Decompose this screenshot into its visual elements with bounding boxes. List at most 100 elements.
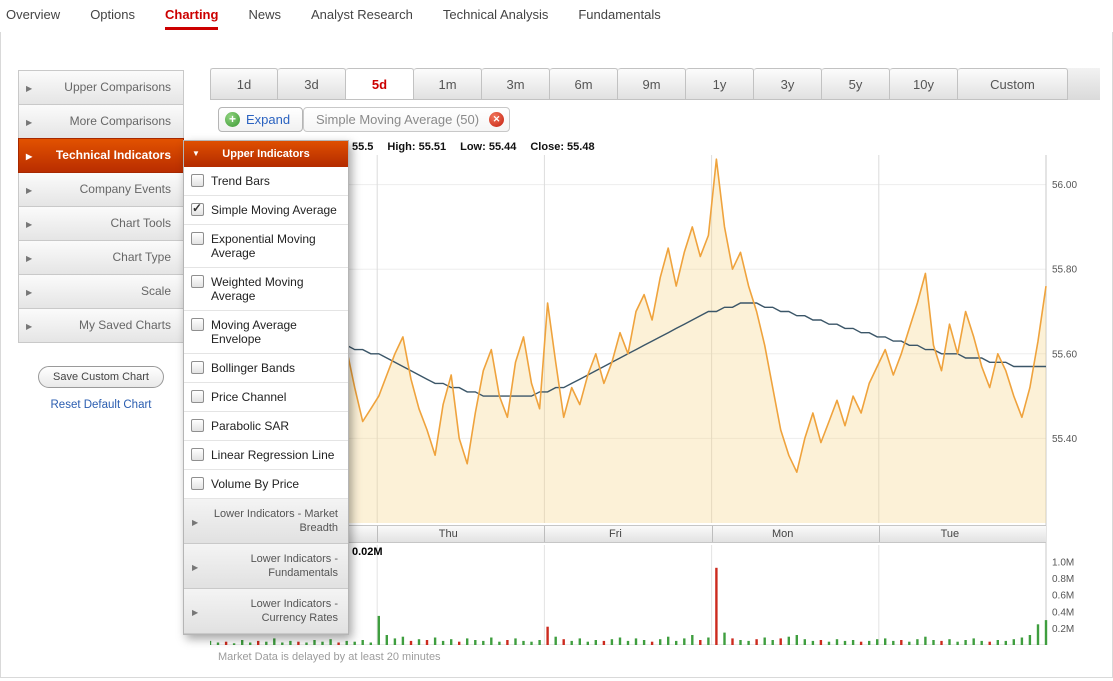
volume-bar: [386, 635, 388, 645]
unchecked-checkbox-icon[interactable]: [191, 275, 204, 288]
tab-6m[interactable]: 6m: [550, 68, 618, 100]
upper-indicators-header[interactable]: ▼ Upper Indicators: [184, 141, 348, 167]
save-custom-chart-button[interactable]: Save Custom Chart: [38, 366, 164, 388]
chevron-right-icon: ▶: [192, 606, 198, 620]
volume-bar: [932, 640, 934, 645]
nav-item-technical-analysis[interactable]: Technical Analysis: [443, 7, 549, 30]
sidebar-item-chart-tools[interactable]: ▶Chart Tools: [18, 206, 184, 241]
indicator-row-volume-by-price[interactable]: Volume By Price: [184, 470, 348, 499]
volume-bar: [981, 641, 983, 645]
nav-item-fundamentals[interactable]: Fundamentals: [578, 7, 660, 30]
section-lower-indicators-market-breadth[interactable]: ▶Lower Indicators - Market Breadth: [184, 499, 348, 544]
volume-bar: [836, 639, 838, 645]
indicator-row-price-channel[interactable]: Price Channel: [184, 383, 348, 412]
section-lower-indicators-currency-rates[interactable]: ▶Lower Indicators - Currency Rates: [184, 589, 348, 634]
volume-bar: [410, 641, 412, 645]
unchecked-checkbox-icon[interactable]: [191, 477, 204, 490]
indicator-row-bollinger-bands[interactable]: Bollinger Bands: [184, 354, 348, 383]
volume-bar: [546, 627, 548, 645]
tab-10y[interactable]: 10y: [890, 68, 958, 100]
sidebar-item-label: Upper Comparisons: [64, 80, 171, 94]
indicator-chip: Simple Moving Average (50) ✕: [303, 107, 510, 132]
tab-3m[interactable]: 3m: [482, 68, 550, 100]
volume-bar: [418, 639, 420, 645]
tab-5y[interactable]: 5y: [822, 68, 890, 100]
tab-3y[interactable]: 3y: [754, 68, 822, 100]
unchecked-checkbox-icon[interactable]: [191, 390, 204, 403]
ohlc-readout: 55.5High: 55.51Low: 55.44Close: 55.48: [352, 141, 609, 153]
nav-item-analyst-research[interactable]: Analyst Research: [311, 7, 413, 30]
section-lower-indicators-fundamentals[interactable]: ▶Lower Indicators - Fundamentals: [184, 544, 348, 589]
charting-app: Overview Options Charting News Analyst Resea…: [0, 0, 1113, 681]
indicator-label: Volume By Price: [211, 477, 299, 491]
volume-bar: [675, 641, 677, 645]
indicator-row-parabolic-sar[interactable]: Parabolic SAR: [184, 412, 348, 441]
sidebar-item-scale[interactable]: ▶Scale: [18, 274, 184, 309]
volume-bar: [892, 641, 894, 645]
sidebar-item-label: Scale: [141, 284, 171, 298]
sidebar-item-company-events[interactable]: ▶ Company Events: [18, 172, 184, 207]
checked-checkbox-icon[interactable]: ✓: [191, 203, 204, 216]
sidebar-item-label: Chart Type: [113, 250, 171, 264]
volume-bar: [579, 638, 581, 645]
unchecked-checkbox-icon[interactable]: [191, 361, 204, 374]
volume-bar: [587, 642, 589, 645]
chevron-right-icon: ▶: [26, 174, 32, 207]
tab-1y[interactable]: 1y: [686, 68, 754, 100]
reset-default-chart-link[interactable]: Reset Default Chart: [18, 399, 184, 411]
nav-item-options[interactable]: Options: [90, 7, 135, 30]
sidebar-item-more-comparisons[interactable]: ▶More Comparisons: [18, 104, 184, 139]
volume-bar: [683, 638, 685, 645]
indicator-row-simple-moving-average[interactable]: ✓Simple Moving Average: [184, 196, 348, 225]
tab-1d[interactable]: 1d: [210, 68, 278, 100]
indicator-row-weighted-moving-average[interactable]: Weighted Moving Average: [184, 268, 348, 311]
indicator-row-trend-bars[interactable]: Trend Bars: [184, 167, 348, 196]
unchecked-checkbox-icon[interactable]: [191, 419, 204, 432]
indicator-row-exponential-moving-average[interactable]: Exponential Moving Average: [184, 225, 348, 268]
volume-bar: [1045, 620, 1047, 645]
volume-bar: [723, 633, 725, 645]
volume-bar: [1029, 635, 1031, 645]
tab-9m[interactable]: 9m: [618, 68, 686, 100]
expand-button[interactable]: + Expand: [218, 107, 303, 132]
indicator-label: Exponential Moving Average: [211, 232, 341, 260]
sidebar-item-my-saved-charts[interactable]: ▶My Saved Charts: [18, 308, 184, 343]
volume-bar: [506, 640, 508, 645]
tab-1m[interactable]: 1m: [414, 68, 482, 100]
sidebar-item-upper-comparisons[interactable]: ▶Upper Comparisons: [18, 70, 184, 105]
chevron-right-icon: ▶: [26, 208, 32, 241]
remove-indicator-icon[interactable]: ✕: [489, 112, 504, 127]
sidebar-item-technical-indicators[interactable]: ▶ Technical Indicators: [18, 138, 184, 173]
volume-bar: [868, 641, 870, 645]
tab-3d[interactable]: 3d: [278, 68, 346, 100]
axis-tick: [544, 526, 545, 542]
sidebar-item-chart-type[interactable]: ▶Chart Type: [18, 240, 184, 275]
indicator-row-linear-regression-line[interactable]: Linear Regression Line: [184, 441, 348, 470]
nav-item-charting[interactable]: Charting: [165, 7, 218, 30]
volume-bar: [217, 643, 219, 646]
sidebar-item-label: More Comparisons: [70, 114, 171, 128]
sidebar-item-label: Company Events: [80, 182, 171, 196]
volume-bar: [699, 640, 701, 645]
unchecked-checkbox-icon[interactable]: [191, 232, 204, 245]
sidebar-item-label: Technical Indicators: [56, 148, 171, 162]
chevron-right-icon: ▶: [26, 140, 32, 173]
unchecked-checkbox-icon[interactable]: [191, 174, 204, 187]
volume-bar: [643, 640, 645, 645]
chevron-right-icon: ▶: [26, 310, 32, 343]
volume-bar: [659, 639, 661, 645]
unchecked-checkbox-icon[interactable]: [191, 318, 204, 331]
volume-bar: [715, 568, 717, 645]
nav-item-overview[interactable]: Overview: [6, 7, 60, 30]
tab-custom[interactable]: Custom: [958, 68, 1068, 100]
sidebar-actions: Save Custom Chart Reset Default Chart: [18, 366, 184, 411]
x-axis-label: Tue: [941, 528, 960, 540]
volume-bar: [450, 639, 452, 645]
unchecked-checkbox-icon[interactable]: [191, 448, 204, 461]
indicator-row-moving-average-envelope[interactable]: Moving Average Envelope: [184, 311, 348, 354]
chevron-right-icon: ▶: [192, 516, 198, 530]
volume-bar: [651, 642, 653, 645]
tab-5d[interactable]: 5d: [346, 68, 414, 100]
volume-tick-label: 0.6M: [1052, 591, 1074, 602]
nav-item-news[interactable]: News: [248, 7, 281, 30]
